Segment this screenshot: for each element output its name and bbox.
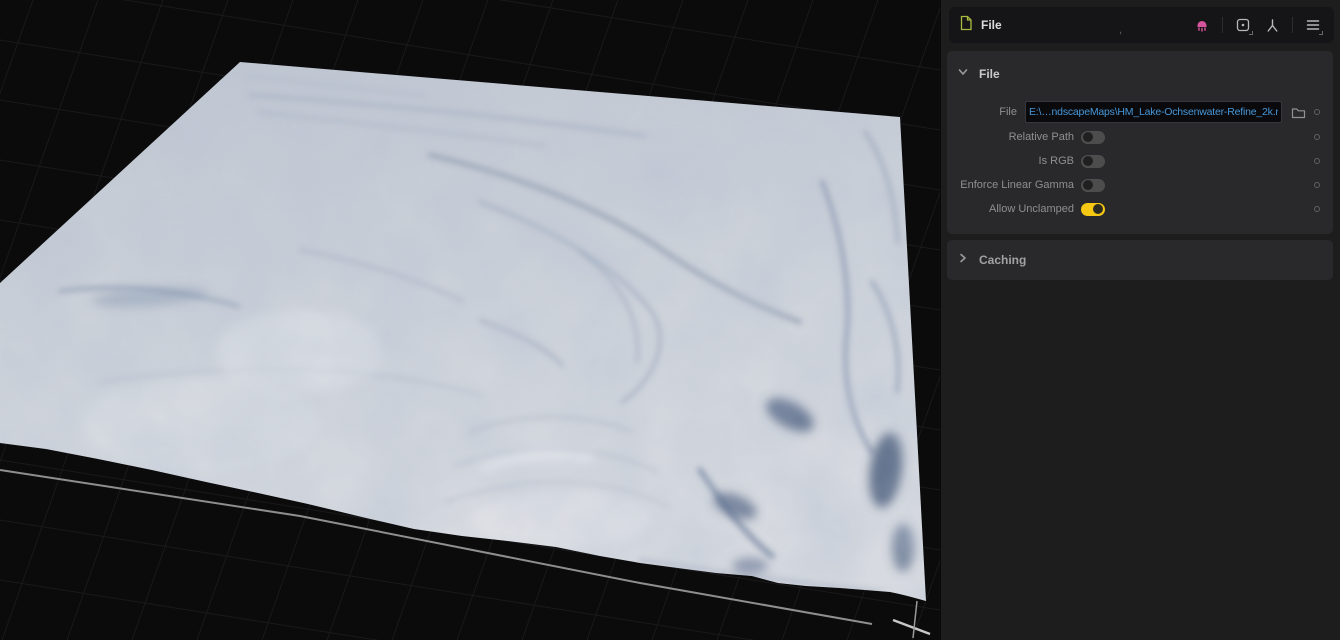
allow-unclamped-toggle[interactable] (1081, 203, 1105, 216)
toolbar-separator (1222, 17, 1223, 33)
allow-unclamped-row: Allow Unclamped (947, 197, 1333, 221)
expose-pin[interactable] (1314, 158, 1320, 164)
node-title: File (981, 18, 1002, 32)
dropdown-tick (1319, 31, 1323, 35)
plug-icon[interactable] (1191, 14, 1213, 36)
section-title: Caching (979, 253, 1026, 267)
viewport-canvas (0, 0, 940, 640)
file-document-icon (959, 15, 973, 36)
is-rgb-row: Is RGB (947, 149, 1333, 173)
toggle-knob (1083, 156, 1093, 166)
chevron-right-icon (957, 251, 969, 269)
relative-path-row: Relative Path (947, 125, 1333, 149)
enforce-linear-gamma-row: Enforce Linear Gamma (947, 173, 1333, 197)
properties-panel: File , (940, 0, 1340, 640)
app-window: File , (0, 0, 1340, 640)
section-caching-header[interactable]: Caching (947, 247, 1333, 273)
expose-pin[interactable] (1314, 109, 1320, 115)
section-caching: Caching (947, 240, 1333, 280)
menu-icon[interactable] (1302, 14, 1324, 36)
file-path-row: File (947, 99, 1333, 125)
file-path-input[interactable] (1025, 101, 1282, 123)
toolbar-separator (1292, 17, 1293, 33)
toggle-label: Allow Unclamped (957, 203, 1074, 215)
frame-icon[interactable] (1232, 14, 1254, 36)
chevron-down-icon (957, 65, 969, 83)
expose-pin[interactable] (1314, 182, 1320, 188)
toggle-knob (1083, 132, 1093, 142)
3d-viewport[interactable] (0, 0, 940, 640)
dropdown-tick (1249, 31, 1253, 35)
section-title: File (979, 67, 1000, 81)
toggle-knob (1083, 180, 1093, 190)
toggle-label: Enforce Linear Gamma (957, 179, 1074, 191)
toggle-label: Relative Path (957, 131, 1074, 143)
node-properties-topbar: File , (949, 7, 1334, 43)
expose-pin[interactable] (1314, 206, 1320, 212)
folder-icon[interactable] (1290, 104, 1306, 120)
enforce-linear-gamma-toggle[interactable] (1081, 179, 1105, 192)
relative-path-toggle[interactable] (1081, 131, 1105, 144)
file-path-label: File (957, 106, 1017, 118)
is-rgb-toggle[interactable] (1081, 155, 1105, 168)
node-graph-icon[interactable] (1261, 14, 1283, 36)
bar-splitter-mark: , (1119, 24, 1122, 36)
expose-pin[interactable] (1314, 134, 1320, 140)
toggle-knob (1093, 204, 1103, 214)
toggle-label: Is RGB (957, 155, 1074, 167)
section-file-header[interactable]: File (947, 61, 1333, 87)
section-file: File File Relative Path (947, 51, 1333, 234)
